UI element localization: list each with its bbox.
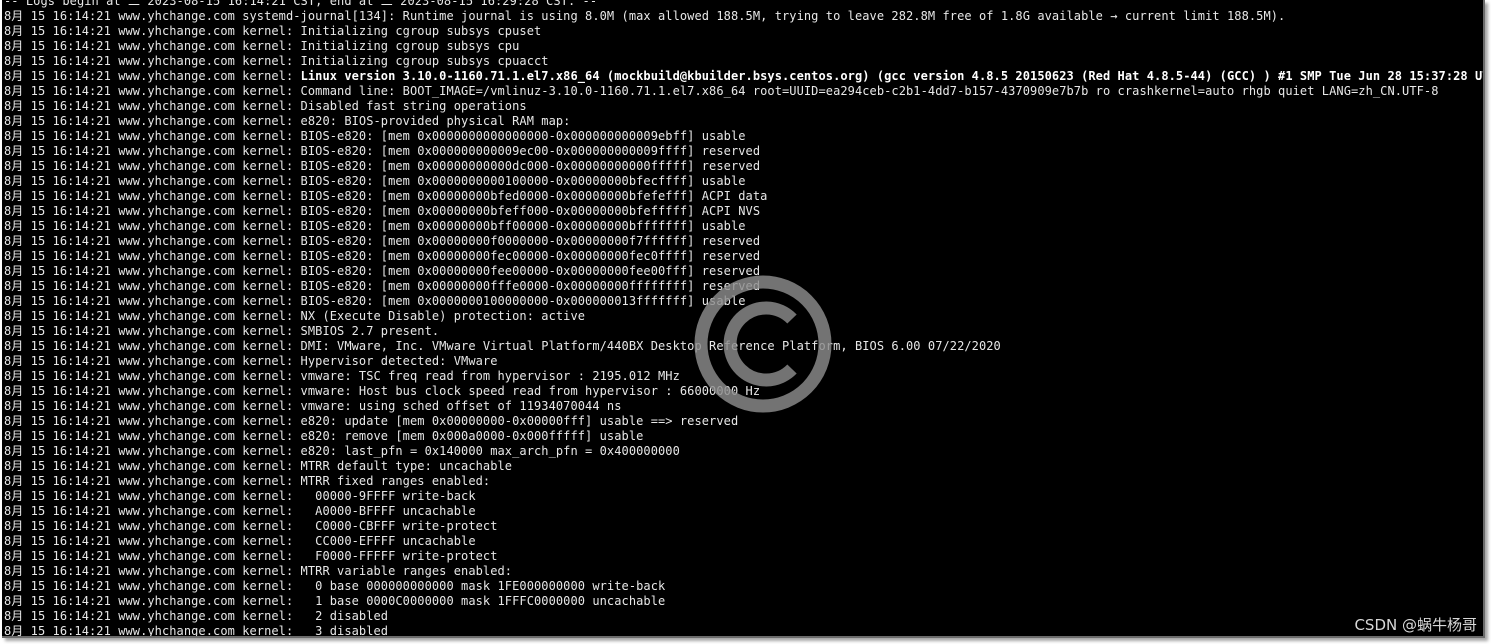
log-line-text: 8月 15 16:14:21 www.yhchange.com kernel: … xyxy=(4,579,666,593)
log-line: 8月 15 16:14:21 www.yhchange.com kernel: … xyxy=(4,384,1483,399)
log-line: 8月 15 16:14:21 www.yhchange.com kernel: … xyxy=(4,594,1483,609)
log-line: 8月 15 16:14:21 www.yhchange.com kernel: … xyxy=(4,264,1483,279)
log-line-text: 8月 15 16:14:21 www.yhchange.com kernel: … xyxy=(4,444,680,458)
log-line-text: 8月 15 16:14:21 www.yhchange.com kernel: … xyxy=(4,429,644,443)
log-line: 8月 15 16:14:21 www.yhchange.com kernel: … xyxy=(4,204,1483,219)
log-line-text: 8月 15 16:14:21 www.yhchange.com kernel: xyxy=(4,69,301,83)
log-line: 8月 15 16:14:21 www.yhchange.com kernel: … xyxy=(4,609,1483,624)
log-line: 8月 15 16:14:21 www.yhchange.com kernel: … xyxy=(4,429,1483,444)
log-line: 8月 15 16:14:21 www.yhchange.com kernel: … xyxy=(4,99,1483,114)
log-line-text: 8月 15 16:14:21 www.yhchange.com kernel: … xyxy=(4,39,520,53)
log-line-text: 8月 15 16:14:21 www.yhchange.com kernel: … xyxy=(4,594,666,608)
log-line-text: 8月 15 16:14:21 www.yhchange.com kernel: … xyxy=(4,144,761,158)
log-line: 8月 15 16:14:21 www.yhchange.com kernel: … xyxy=(4,249,1483,264)
log-line-text: 8月 15 16:14:21 www.yhchange.com kernel: … xyxy=(4,249,761,263)
log-line-text: 8月 15 16:14:21 www.yhchange.com kernel: … xyxy=(4,84,1439,98)
log-line: 8月 15 16:14:21 www.yhchange.com kernel: … xyxy=(4,549,1483,564)
log-line: 8月 15 16:14:21 www.yhchange.com kernel: … xyxy=(4,324,1483,339)
terminal-window[interactable]: -- Logs begin at 二 2023-08-15 16:14:21 C… xyxy=(2,0,1485,638)
log-line: 8月 15 16:14:21 www.yhchange.com kernel: … xyxy=(4,234,1483,249)
log-line: 8月 15 16:14:21 www.yhchange.com kernel: … xyxy=(4,174,1483,189)
log-line: 8月 15 16:14:21 www.yhchange.com kernel: … xyxy=(4,279,1483,294)
log-line-text: 8月 15 16:14:21 www.yhchange.com kernel: … xyxy=(4,384,761,398)
log-line-text: 8月 15 16:14:21 www.yhchange.com kernel: … xyxy=(4,624,389,638)
log-line: 8月 15 16:14:21 www.yhchange.com kernel: … xyxy=(4,564,1483,579)
log-line: 8月 15 16:14:21 www.yhchange.com kernel: … xyxy=(4,144,1483,159)
log-line-text: 8月 15 16:14:21 www.yhchange.com kernel: … xyxy=(4,294,746,308)
log-line-bold-text: Linux version 3.10.0-1160.71.1.el7.x86_6… xyxy=(300,69,1485,83)
csdn-credit: CSDN @蜗牛杨哥 xyxy=(1354,616,1477,634)
log-line-text: 8月 15 16:14:21 www.yhchange.com kernel: … xyxy=(4,159,761,173)
log-line: 8月 15 16:14:21 www.yhchange.com kernel: … xyxy=(4,474,1483,489)
log-line-text: 8月 15 16:14:21 www.yhchange.com kernel: … xyxy=(4,234,761,248)
log-line: 8月 15 16:14:21 www.yhchange.com kernel: … xyxy=(4,624,1483,638)
log-line-text: 8月 15 16:14:21 www.yhchange.com kernel: … xyxy=(4,564,513,578)
log-line-text: 8月 15 16:14:21 www.yhchange.com kernel: … xyxy=(4,324,440,338)
log-line: 8月 15 16:14:21 www.yhchange.com kernel: … xyxy=(4,84,1483,99)
log-line: 8月 15 16:14:21 www.yhchange.com kernel: … xyxy=(4,534,1483,549)
log-line-text: 8月 15 16:14:21 www.yhchange.com kernel: … xyxy=(4,459,513,473)
log-line-text: 8月 15 16:14:21 www.yhchange.com kernel: … xyxy=(4,99,527,113)
log-line-text: 8月 15 16:14:21 www.yhchange.com kernel: … xyxy=(4,279,761,293)
log-line-text: 8月 15 16:14:21 www.yhchange.com systemd-… xyxy=(4,9,1286,23)
log-line: 8月 15 16:14:21 www.yhchange.com kernel: … xyxy=(4,354,1483,369)
log-line-text: 8月 15 16:14:21 www.yhchange.com kernel: … xyxy=(4,369,680,383)
log-line: 8月 15 16:14:21 www.yhchange.com kernel: … xyxy=(4,159,1483,174)
log-line-text: 8月 15 16:14:21 www.yhchange.com kernel: … xyxy=(4,54,549,68)
log-line: 8月 15 16:14:21 www.yhchange.com kernel: … xyxy=(4,39,1483,54)
log-line: 8月 15 16:14:21 www.yhchange.com kernel: … xyxy=(4,24,1483,39)
log-line: 8月 15 16:14:21 www.yhchange.com kernel: … xyxy=(4,294,1483,309)
log-line: 8月 15 16:14:21 www.yhchange.com kernel: … xyxy=(4,504,1483,519)
log-line: 8月 15 16:14:21 www.yhchange.com kernel: … xyxy=(4,54,1483,69)
log-line-text: 8月 15 16:14:21 www.yhchange.com kernel: … xyxy=(4,534,476,548)
log-line-text: 8月 15 16:14:21 www.yhchange.com kernel: … xyxy=(4,129,746,143)
log-line: 8月 15 16:14:21 www.yhchange.com kernel: … xyxy=(4,69,1485,84)
log-line-text: 8月 15 16:14:21 www.yhchange.com kernel: … xyxy=(4,489,476,503)
log-line-text: 8月 15 16:14:21 www.yhchange.com kernel: … xyxy=(4,24,542,38)
log-line: 8月 15 16:14:21 www.yhchange.com kernel: … xyxy=(4,399,1483,414)
log-line-text: 8月 15 16:14:21 www.yhchange.com kernel: … xyxy=(4,189,768,203)
log-line: 8月 15 16:14:21 www.yhchange.com kernel: … xyxy=(4,129,1483,144)
log-line: 8月 15 16:14:21 www.yhchange.com kernel: … xyxy=(4,414,1483,429)
log-line-text: 8月 15 16:14:21 www.yhchange.com kernel: … xyxy=(4,504,476,518)
log-line: 8月 15 16:14:21 www.yhchange.com kernel: … xyxy=(4,519,1483,534)
log-line-text: 8月 15 16:14:21 www.yhchange.com kernel: … xyxy=(4,414,739,428)
log-line: 8月 15 16:14:21 www.yhchange.com kernel: … xyxy=(4,189,1483,204)
log-line: 8月 15 16:14:21 www.yhchange.com kernel: … xyxy=(4,219,1483,234)
log-line-text: 8月 15 16:14:21 www.yhchange.com kernel: … xyxy=(4,174,746,188)
log-line: 8月 15 16:14:21 www.yhchange.com kernel: … xyxy=(4,309,1483,324)
log-line: 8月 15 16:14:21 www.yhchange.com kernel: … xyxy=(4,579,1483,594)
log-line: -- Logs begin at 二 2023-08-15 16:14:21 C… xyxy=(4,0,1483,9)
log-line-text: 8月 15 16:14:21 www.yhchange.com kernel: … xyxy=(4,549,498,563)
log-line-text: 8月 15 16:14:21 www.yhchange.com kernel: … xyxy=(4,519,498,533)
log-line-text: 8月 15 16:14:21 www.yhchange.com kernel: … xyxy=(4,219,746,233)
log-line: 8月 15 16:14:21 www.yhchange.com kernel: … xyxy=(4,369,1483,384)
log-line-text: 8月 15 16:14:21 www.yhchange.com kernel: … xyxy=(4,339,1001,353)
log-line-text: 8月 15 16:14:21 www.yhchange.com kernel: … xyxy=(4,354,498,368)
log-line-text: 8月 15 16:14:21 www.yhchange.com kernel: … xyxy=(4,309,586,323)
log-line-text: 8月 15 16:14:21 www.yhchange.com kernel: … xyxy=(4,114,571,128)
log-line-text: 8月 15 16:14:21 www.yhchange.com kernel: … xyxy=(4,474,491,488)
log-line-text: 8月 15 16:14:21 www.yhchange.com kernel: … xyxy=(4,204,761,218)
log-line: 8月 15 16:14:21 www.yhchange.com kernel: … xyxy=(4,444,1483,459)
log-line-text: 8月 15 16:14:21 www.yhchange.com kernel: … xyxy=(4,399,622,413)
log-line: 8月 15 16:14:21 www.yhchange.com systemd-… xyxy=(4,9,1483,24)
log-line: 8月 15 16:14:21 www.yhchange.com kernel: … xyxy=(4,459,1483,474)
log-line: 8月 15 16:14:21 www.yhchange.com kernel: … xyxy=(4,114,1483,129)
log-line: 8月 15 16:14:21 www.yhchange.com kernel: … xyxy=(4,489,1483,504)
log-line-text: 8月 15 16:14:21 www.yhchange.com kernel: … xyxy=(4,264,761,278)
log-line: 8月 15 16:14:21 www.yhchange.com kernel: … xyxy=(4,339,1483,354)
log-line-text: 8月 15 16:14:21 www.yhchange.com kernel: … xyxy=(4,609,389,623)
journal-log-list: -- Logs begin at 二 2023-08-15 16:14:21 C… xyxy=(4,0,1485,638)
log-line-text: -- Logs begin at 二 2023-08-15 16:14:21 C… xyxy=(4,0,598,8)
